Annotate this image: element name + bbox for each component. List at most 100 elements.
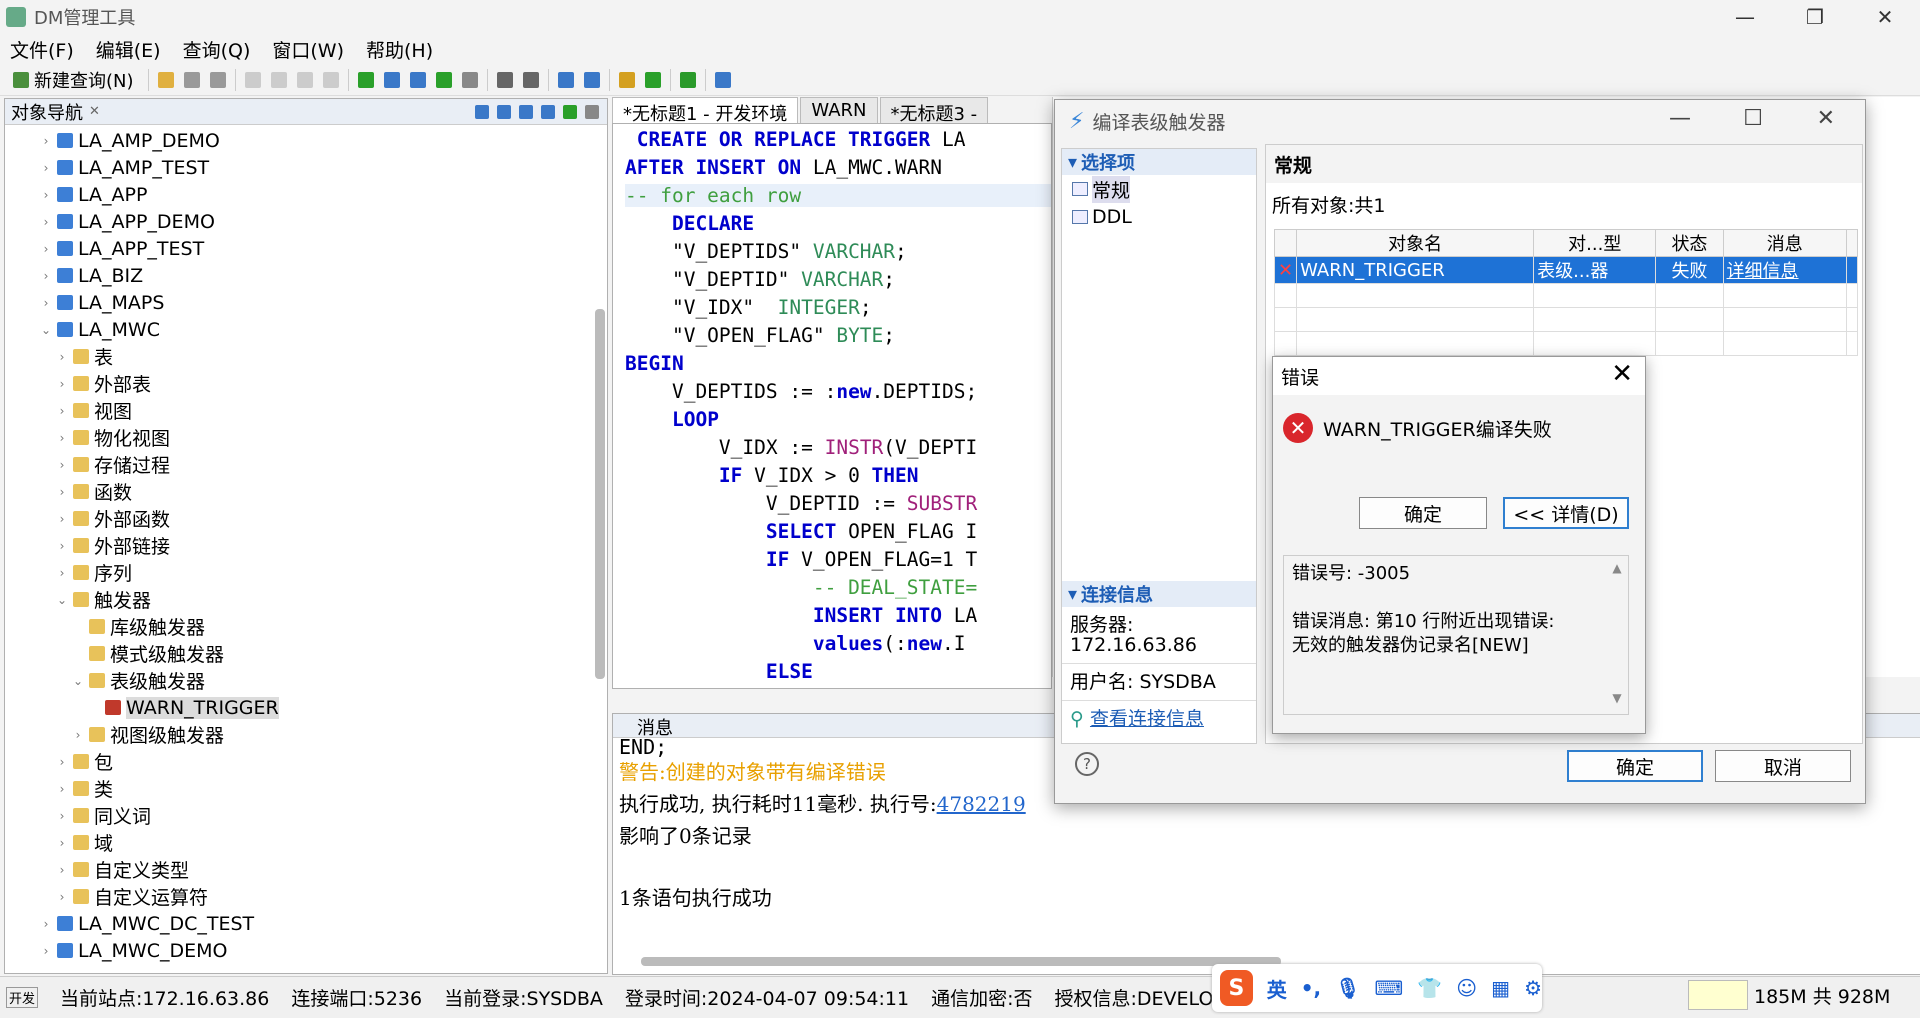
format-icon[interactable] [618, 71, 635, 88]
save-all-icon[interactable] [209, 71, 226, 88]
tree-node[interactable]: › 包 [5, 748, 589, 775]
chevron-right-icon[interactable]: › [39, 188, 53, 202]
undo-icon[interactable] [244, 71, 261, 88]
dialog-maximize-button[interactable]: ☐ [1743, 106, 1763, 131]
compile-ok-button[interactable]: 确定 [1567, 750, 1703, 782]
connection-header[interactable]: ▾ 连接信息 [1062, 581, 1256, 607]
dialog-close-button[interactable]: ✕ [1817, 106, 1835, 131]
toolbox-icon[interactable]: ▦ [1491, 976, 1510, 1000]
col-message[interactable]: 消息 [1722, 229, 1848, 257]
ime-language[interactable]: 英 [1267, 974, 1287, 1003]
chevron-right-icon[interactable]: › [55, 836, 69, 850]
option-general[interactable]: 常规 [1062, 175, 1256, 203]
details-scrollbar[interactable]: ▲ ▼ [1608, 556, 1626, 714]
run-script-icon[interactable] [409, 71, 426, 88]
chevron-right-icon[interactable]: › [39, 134, 53, 148]
menu-file[interactable]: 文件(F) [10, 36, 74, 63]
help-icon[interactable]: ? [1075, 752, 1099, 776]
chevron-right-icon[interactable]: › [39, 296, 53, 310]
tab-warn[interactable]: WARN [800, 97, 878, 123]
tree-node[interactable]: › 外部表 [5, 370, 589, 397]
cut-icon[interactable] [270, 71, 287, 88]
tab-untitled1[interactable]: *无标题1 - 开发环境 [612, 97, 799, 125]
chevron-right-icon[interactable]: › [55, 431, 69, 445]
collapse-icon[interactable] [563, 104, 577, 119]
settings-icon[interactable]: ⚙ [1524, 976, 1542, 1000]
save-icon[interactable] [183, 71, 200, 88]
chevron-right-icon[interactable]: › [39, 161, 53, 175]
chevron-right-icon[interactable]: › [55, 350, 69, 364]
tree-node[interactable]: › LA_APP_TEST [5, 235, 589, 262]
col-object-name[interactable]: 对象名 [1296, 229, 1535, 257]
compile-cancel-button[interactable]: 取消 [1715, 750, 1851, 782]
navigator-scrollbar[interactable] [595, 309, 605, 679]
table-row[interactable]: ✕ WARN_TRIGGER 表级...器 失败 详细信息 [1273, 256, 1858, 284]
tree-node[interactable]: › 函数 [5, 478, 589, 505]
tree-node[interactable]: › LA_APP_DEMO [5, 208, 589, 235]
sql-editor[interactable]: CREATE OR REPLACE TRIGGER LA AFTER INSER… [612, 123, 1052, 689]
options-header[interactable]: ▾ 选择项 [1062, 149, 1256, 175]
chevron-down-icon[interactable]: ⌄ [55, 593, 69, 607]
punctuation-icon[interactable]: •, [1301, 976, 1321, 1000]
exec-number-link[interactable]: 4782219 [937, 792, 1026, 816]
minimize-button[interactable]: — [1710, 0, 1780, 34]
details-link[interactable]: 详细信息 [1727, 261, 1799, 282]
menu-query[interactable]: 查询(Q) [183, 36, 251, 63]
tree-node[interactable]: › 自定义类型 [5, 856, 589, 883]
tree-node[interactable]: › 自定义运算符 [5, 883, 589, 910]
close-button[interactable]: ✕ [1850, 0, 1920, 34]
run-icon[interactable] [357, 71, 374, 88]
tree-node[interactable]: › 视图 [5, 397, 589, 424]
chevron-down-icon[interactable]: ⌄ [71, 674, 85, 688]
debug-run-icon[interactable] [644, 71, 661, 88]
chevron-right-icon[interactable]: › [39, 215, 53, 229]
tree-node[interactable]: › 同义词 [5, 802, 589, 829]
edit-icon[interactable] [519, 104, 533, 119]
tree-node[interactable]: WARN_TRIGGER [5, 694, 589, 721]
keyboard-icon[interactable]: ⌨ [1375, 976, 1404, 1000]
chevron-right-icon[interactable]: › [55, 809, 69, 823]
chevron-right-icon[interactable]: › [55, 755, 69, 769]
menu-help[interactable]: 帮助(H) [366, 36, 433, 63]
tree-node[interactable]: › 视图级触发器 [5, 721, 589, 748]
tree-node[interactable]: › 域 [5, 829, 589, 856]
menu-window[interactable]: 窗口(W) [272, 36, 344, 63]
skin-icon[interactable]: 👕 [1417, 976, 1442, 1000]
tree-node[interactable]: › LA_AMP_TEST [5, 154, 589, 181]
error-close-button[interactable]: ✕ [1611, 359, 1633, 389]
chevron-right-icon[interactable]: › [39, 917, 53, 931]
home-icon[interactable] [714, 71, 731, 88]
error-ok-button[interactable]: 确定 [1359, 497, 1487, 529]
tree-node[interactable]: › LA_APP [5, 181, 589, 208]
chevron-right-icon[interactable]: › [55, 458, 69, 472]
chevron-right-icon[interactable]: › [55, 377, 69, 391]
close-tab-icon[interactable]: ✕ [89, 104, 100, 119]
sogou-logo-icon[interactable]: S [1220, 970, 1253, 1006]
paste-icon[interactable] [322, 71, 339, 88]
details-button[interactable]: << 详情(D) [1503, 497, 1629, 529]
rollback-icon[interactable] [522, 71, 539, 88]
disconnect-icon[interactable] [497, 104, 511, 119]
tree-node[interactable]: 模式级触发器 [5, 640, 589, 667]
tree-node[interactable]: › 外部链接 [5, 532, 589, 559]
tree-node[interactable]: 库级触发器 [5, 613, 589, 640]
col-object-type[interactable]: 对...型 [1533, 229, 1657, 257]
commit-icon[interactable] [496, 71, 513, 88]
chevron-right-icon[interactable]: › [71, 728, 85, 742]
bug-icon[interactable] [679, 71, 696, 88]
chevron-right-icon[interactable]: › [55, 512, 69, 526]
chevron-right-icon[interactable]: › [55, 566, 69, 580]
schedule-icon[interactable] [583, 71, 600, 88]
tree-node[interactable]: › 存储过程 [5, 451, 589, 478]
tree-node[interactable]: › 序列 [5, 559, 589, 586]
tree-node[interactable]: › 外部函数 [5, 505, 589, 532]
chevron-right-icon[interactable]: › [55, 404, 69, 418]
chevron-right-icon[interactable]: › [55, 863, 69, 877]
chevron-right-icon[interactable]: › [55, 539, 69, 553]
copy-icon[interactable] [296, 71, 313, 88]
tree-node[interactable]: › LA_BIZ [5, 262, 589, 289]
tree-node[interactable]: ⌄ LA_MWC [5, 316, 589, 343]
view-connection-link[interactable]: 查看连接信息 [1090, 708, 1204, 730]
chevron-right-icon[interactable]: › [55, 782, 69, 796]
chevron-right-icon[interactable]: › [39, 269, 53, 283]
